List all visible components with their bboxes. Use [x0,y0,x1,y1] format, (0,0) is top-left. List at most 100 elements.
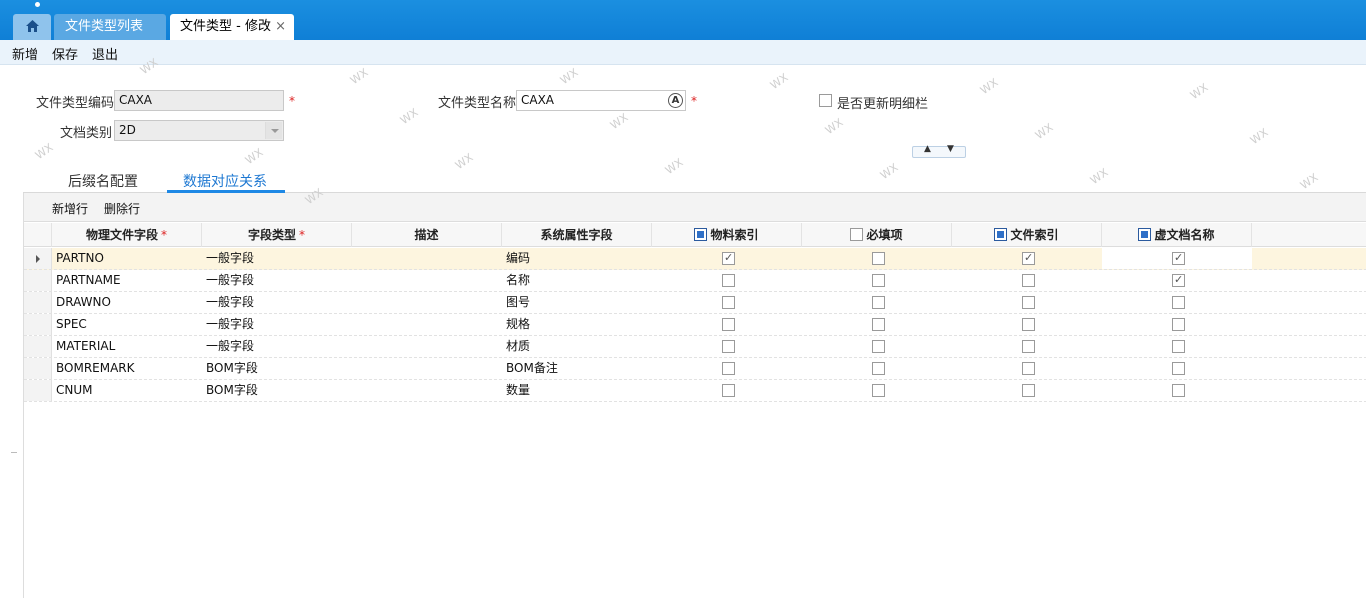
input-method-icon[interactable]: A [668,93,683,108]
table-row[interactable]: PARTNO 一般字段 编码 [24,248,1366,270]
exit-button[interactable]: 退出 [92,44,118,63]
cell-required-checkbox[interactable] [872,296,885,309]
cell-system-attribute[interactable]: 数量 [506,380,530,401]
header-description[interactable]: 描述 [352,223,502,247]
cell-physical-field[interactable]: BOMREMARK [56,358,135,379]
header-material-index-checkbox[interactable] [694,228,708,241]
cell-physical-field[interactable]: CNUM [56,380,93,401]
tab-file-type-list[interactable]: 文件类型列表 [54,14,166,40]
name-field[interactable]: CAXA A [516,90,686,111]
row-indicator[interactable] [24,336,52,357]
row-indicator[interactable] [24,380,52,401]
cell-description[interactable] [356,380,502,401]
cell-file-index-checkbox[interactable] [1022,362,1035,375]
cell-material-index-checkbox[interactable] [722,362,735,375]
header-field-type[interactable]: 字段类型 * [202,223,352,247]
cell-material-index-checkbox[interactable] [722,340,735,353]
table-row[interactable]: CNUM BOM字段 数量 [24,380,1366,402]
header-virtual-doc-name-checkbox[interactable] [1138,228,1152,241]
cell-field-type[interactable]: 一般字段 [206,336,254,357]
cell-material-index-checkbox[interactable] [722,296,735,309]
save-button[interactable]: 保存 [52,44,78,63]
cell-virtual-doc-name-checkbox[interactable] [1172,251,1185,265]
cell-system-attribute[interactable]: 材质 [506,336,530,357]
cell-required-checkbox[interactable] [872,384,885,397]
cell-description[interactable] [356,270,502,291]
cell-field-type[interactable]: BOM字段 [206,380,258,401]
row-indicator[interactable] [24,358,52,379]
cell-system-attribute[interactable]: 图号 [506,292,530,313]
table-row[interactable]: MATERIAL 一般字段 材质 [24,336,1366,358]
cell-material-index-checkbox[interactable] [722,274,735,287]
cell-required-checkbox[interactable] [872,318,885,331]
cell-required-checkbox[interactable] [872,252,885,265]
tab-data-mapping[interactable]: 数据对应关系 [183,171,267,191]
cell-physical-field[interactable]: PARTNAME [56,270,121,291]
collapse-control[interactable]: ▲ ▼ [912,144,966,158]
cell-required-checkbox[interactable] [872,274,885,287]
row-indicator[interactable] [24,248,52,269]
cell-file-index-checkbox[interactable] [1022,318,1035,331]
cell-system-attribute[interactable]: 编码 [506,248,530,269]
header-material-index[interactable]: 物料索引 [652,223,802,247]
cell-required-checkbox[interactable] [872,340,885,353]
cell-required-checkbox[interactable] [872,362,885,375]
header-system-attribute[interactable]: 系统属性字段 [502,223,652,247]
cell-description[interactable] [356,358,502,379]
header-required-checkbox[interactable] [850,228,864,241]
doctype-select[interactable]: 2D [114,120,284,141]
cell-material-index-checkbox[interactable] [722,318,735,331]
chevron-down-icon[interactable] [265,122,282,139]
cell-field-type[interactable]: BOM字段 [206,358,258,379]
cell-field-type[interactable]: 一般字段 [206,292,254,313]
header-file-index-checkbox[interactable] [994,228,1008,241]
cell-physical-field[interactable]: SPEC [56,314,87,335]
cell-virtual-doc-name-checkbox[interactable] [1172,318,1185,331]
row-indicator[interactable] [24,292,52,313]
cell-physical-field[interactable]: DRAWNO [56,292,111,313]
table-row[interactable]: BOMREMARK BOM字段 BOM备注 [24,358,1366,380]
cell-file-index-checkbox[interactable] [1022,274,1035,287]
cell-virtual-doc-name-checkbox[interactable] [1172,362,1185,375]
cell-system-attribute[interactable]: 名称 [506,270,530,291]
tab-file-type-edit[interactable]: 文件类型 - 修改 × [170,14,294,40]
cell-material-index-checkbox[interactable] [722,251,735,265]
close-icon[interactable]: × [275,14,286,40]
cell-field-type[interactable]: 一般字段 [206,248,254,269]
table-row[interactable]: DRAWNO 一般字段 图号 [24,292,1366,314]
cell-system-attribute[interactable]: 规格 [506,314,530,335]
cell-virtual-doc-name-checkbox[interactable] [1172,340,1185,353]
cell-virtual-doc-name-checkbox[interactable] [1172,384,1185,397]
table-row[interactable]: SPEC 一般字段 规格 [24,314,1366,336]
cell-virtual-doc-name-checkbox[interactable] [1172,296,1185,309]
cell-file-index-checkbox[interactable] [1022,340,1035,353]
cell-description[interactable] [356,248,502,269]
table-row[interactable]: PARTNAME 一般字段 名称 [24,270,1366,292]
tab-home[interactable] [13,14,51,40]
cell-file-index-checkbox[interactable] [1022,296,1035,309]
cell-field-type[interactable]: 一般字段 [206,270,254,291]
cell-file-index-checkbox[interactable] [1022,251,1035,265]
chevron-down-icon[interactable]: ▼ [947,144,954,154]
cell-file-index-checkbox[interactable] [1022,384,1035,397]
cell-virtual-doc-name-checkbox[interactable] [1172,273,1185,287]
update-detail-checkbox[interactable] [819,94,832,107]
header-required[interactable]: 必填项 [802,223,952,247]
cell-field-type[interactable]: 一般字段 [206,314,254,335]
new-button[interactable]: 新增 [12,44,38,63]
code-field[interactable]: CAXA [114,90,284,111]
cell-description[interactable] [356,314,502,335]
delete-row-button[interactable]: 删除行 [104,200,140,217]
row-indicator[interactable] [24,314,52,335]
header-file-index[interactable]: 文件索引 [952,223,1102,247]
cell-system-attribute[interactable]: BOM备注 [506,358,558,379]
cell-physical-field[interactable]: PARTNO [56,248,104,269]
chevron-up-icon[interactable]: ▲ [924,144,931,154]
cell-description[interactable] [356,336,502,357]
cell-material-index-checkbox[interactable] [722,384,735,397]
add-row-button[interactable]: 新增行 [52,200,88,217]
cell-description[interactable] [356,292,502,313]
tab-suffix-config[interactable]: 后缀名配置 [68,171,138,191]
cell-physical-field[interactable]: MATERIAL [56,336,115,357]
header-physical-field[interactable]: 物理文件字段 * [52,223,202,247]
